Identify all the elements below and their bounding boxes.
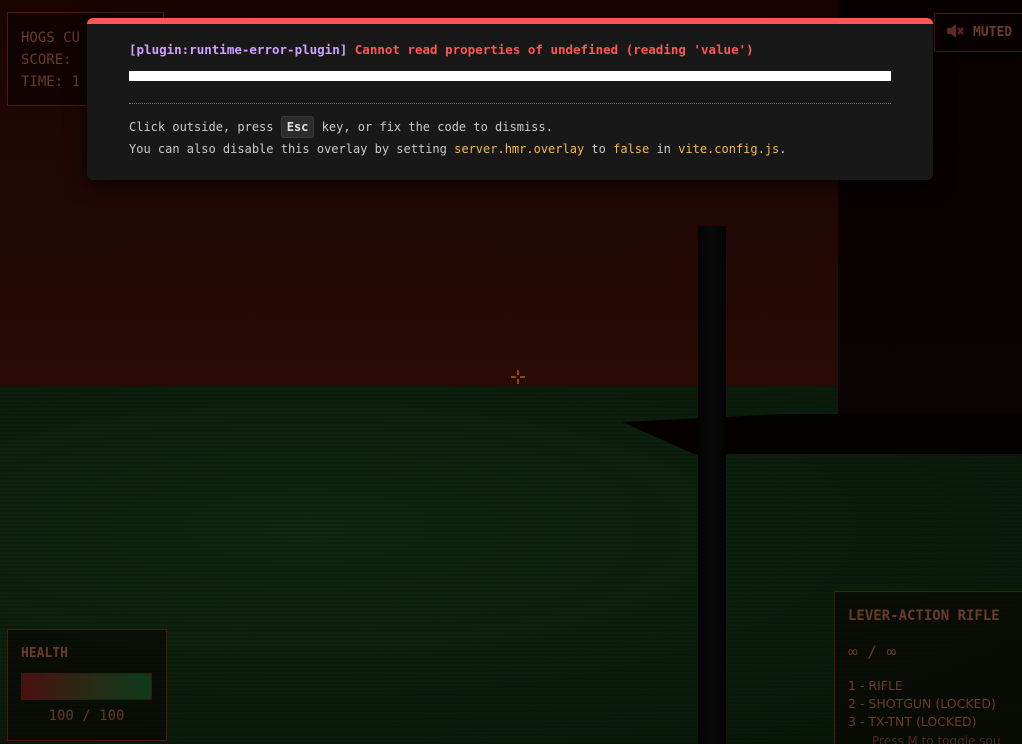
health-value: 100 / 100 xyxy=(48,708,125,724)
ammo-counter: ∞ / ∞ xyxy=(848,642,897,661)
divider xyxy=(129,103,891,104)
error-overlay[interactable]: [plugin:runtime-error-plugin] Cannot rea… xyxy=(87,18,933,180)
dismiss-tip: Click outside, press Esc key, or fix the… xyxy=(129,116,891,160)
tip-text: key, or fix the code to dismiss. xyxy=(321,120,553,134)
mute-label: MUTED xyxy=(973,25,1013,40)
weapon-list: 1 - RIFLE 2 - SHOTGUN (LOCKED) 3 - TX-TN… xyxy=(848,677,1022,731)
crosshair-icon xyxy=(511,370,525,384)
health-bar xyxy=(21,673,152,700)
weapon-title: LEVER-ACTION RIFLE xyxy=(848,608,1000,624)
weapon-slot-tnt: 3 - TX-TNT (LOCKED) xyxy=(848,714,977,729)
health-title: HEALTH xyxy=(21,646,68,661)
tip-text: Click outside, press xyxy=(129,120,274,134)
game-viewport[interactable]: HOGS CU SCORE: TIME: 1 MUTED HEALTH 100 … xyxy=(0,0,1022,744)
error-text: Cannot read properties of undefined (rea… xyxy=(354,42,754,57)
config-file: vite.config.js xyxy=(678,142,780,156)
health-panel: HEALTH 100 / 100 xyxy=(7,629,167,741)
tip-text: to xyxy=(591,142,606,156)
tip-line-2: You can also disable this overlay by set… xyxy=(129,138,891,160)
sound-toggle-hint: Press M to toggle sou xyxy=(872,734,1001,744)
tip-text: in xyxy=(656,142,671,156)
roof-shadow xyxy=(622,414,1022,454)
weapon-slot-rifle: 1 - RIFLE xyxy=(848,678,903,693)
weapon-slot-shotgun: 2 - SHOTGUN (LOCKED) xyxy=(848,696,996,711)
setting-name: server.hmr.overlay xyxy=(454,142,585,156)
error-message: [plugin:runtime-error-plugin] Cannot rea… xyxy=(129,42,891,57)
mute-toggle-button[interactable]: MUTED xyxy=(934,13,1022,52)
tip-text: You can also disable this overlay by set… xyxy=(129,142,447,156)
weapon-panel: LEVER-ACTION RIFLE ∞ / ∞ 1 - RIFLE 2 - S… xyxy=(834,591,1022,744)
tip-line-1: Click outside, press Esc key, or fix the… xyxy=(129,116,891,138)
plugin-tag: [plugin:runtime-error-plugin] xyxy=(129,42,348,57)
tip-text: . xyxy=(779,142,787,156)
muted-speaker-icon xyxy=(945,22,965,44)
wooden-post xyxy=(698,226,726,744)
esc-key: Esc xyxy=(280,116,315,138)
code-frame xyxy=(129,71,891,81)
setting-value: false xyxy=(613,142,650,156)
